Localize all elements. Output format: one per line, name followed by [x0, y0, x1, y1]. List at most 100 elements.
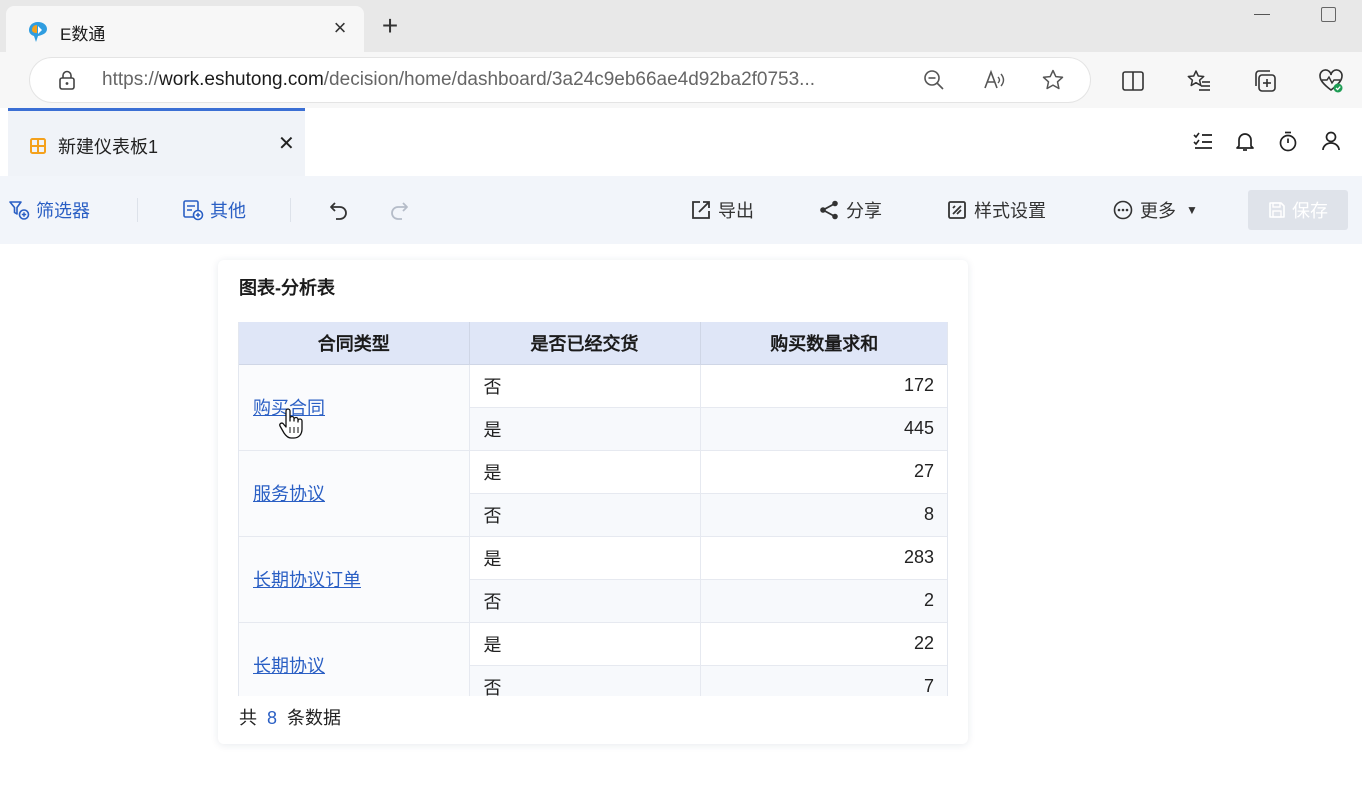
maximize-window-icon[interactable]	[1321, 7, 1336, 22]
add-component-icon	[183, 200, 204, 221]
save-icon	[1269, 202, 1285, 218]
delivered-cell: 否	[469, 493, 701, 537]
browser-essentials-icon[interactable]	[1318, 68, 1344, 94]
save-button[interactable]: 保存	[1248, 190, 1348, 230]
style-settings-icon	[948, 201, 966, 219]
column-header-delivered[interactable]: 是否已经交货	[469, 322, 701, 365]
quantity-sum-cell: 445	[700, 407, 947, 451]
url-text[interactable]: https://work.eshutong.com/decision/home/…	[102, 69, 902, 91]
style-settings-label: 样式设置	[974, 201, 1046, 221]
contract-type-link[interactable]: 长期协议	[253, 656, 325, 676]
dashboard-toolbar: 筛选器 其他 导出 分享 样式设置 更多 ▼ 保存	[0, 176, 1362, 244]
quantity-sum-cell: 7	[700, 665, 947, 696]
new-tab-icon[interactable]: +	[376, 12, 404, 40]
other-label: 其他	[210, 201, 246, 221]
collections-icon[interactable]	[1252, 68, 1278, 94]
address-bar: https://work.eshutong.com/decision/home/…	[0, 52, 1362, 108]
more-options-icon	[1113, 200, 1133, 220]
table-row: 长期协议 是 22	[239, 622, 947, 696]
table-row: 长期协议订单 是 283	[239, 536, 947, 623]
more-dropdown[interactable]: 更多 ▼	[1112, 196, 1198, 224]
browser-tab-bar: E数通 × +	[0, 0, 1362, 52]
table-row: 服务协议 是 27	[239, 450, 947, 537]
delivered-cell: 是	[469, 536, 701, 580]
export-label: 导出	[718, 201, 754, 221]
dashboard-tab-title: 新建仪表板1	[58, 137, 159, 157]
dashboard-tab[interactable]: 新建仪表板1 ✕	[8, 108, 305, 176]
share-label: 分享	[846, 201, 882, 221]
toolbar-divider	[137, 198, 138, 222]
group-cell: 长期协议订单	[239, 536, 470, 623]
url-field[interactable]: https://work.eshutong.com/decision/home/…	[30, 58, 1090, 102]
export-icon	[692, 201, 710, 219]
quantity-sum-cell: 283	[700, 536, 947, 580]
close-dashboard-tab-icon[interactable]: ✕	[278, 133, 295, 155]
more-label: 更多	[1140, 201, 1176, 221]
dashboard-tab-bar: 新建仪表板1 ✕	[0, 108, 1362, 176]
browser-tab-title: E数通	[60, 25, 106, 44]
undo-button[interactable]	[328, 196, 356, 224]
quantity-sum-cell: 8	[700, 493, 947, 537]
user-account-icon[interactable]	[1320, 130, 1342, 152]
task-list-icon[interactable]	[1192, 130, 1214, 152]
analysis-table: 合同类型 是否已经交货 购买数量求和 购买合同 否 172 是 445 服务协议…	[239, 322, 947, 696]
column-header-quantity-sum[interactable]: 购买数量求和	[700, 322, 947, 365]
style-settings-button[interactable]: 样式设置	[946, 196, 1046, 224]
read-aloud-icon[interactable]	[982, 68, 1006, 92]
record-count: 8	[267, 708, 278, 728]
widget-title: 图表-分析表	[239, 278, 335, 298]
quantity-sum-cell: 27	[700, 450, 947, 494]
caret-down-icon: ▼	[1186, 203, 1198, 217]
timer-icon[interactable]	[1277, 130, 1299, 152]
redo-icon	[391, 202, 408, 220]
analysis-table-widget: 图表-分析表 合同类型 是否已经交货 购买数量求和 购买合同 否 172 是 4…	[218, 260, 968, 744]
zoom-out-icon[interactable]	[922, 68, 946, 92]
dashboard-icon	[30, 138, 46, 154]
share-icon	[820, 200, 838, 220]
delivered-cell: 是	[469, 622, 701, 666]
minimize-window-icon[interactable]	[1252, 4, 1272, 24]
delivered-cell: 否	[469, 364, 701, 408]
undo-icon	[330, 202, 347, 220]
favorite-star-icon[interactable]	[1041, 68, 1065, 92]
eshutong-logo-icon	[29, 22, 47, 42]
table-footer: 共 8 条数据	[239, 704, 341, 730]
table-header-row: 合同类型 是否已经交货 购买数量求和	[239, 322, 947, 365]
table-scroll-area[interactable]: 合同类型 是否已经交货 购买数量求和 购买合同 否 172 是 445 服务协议…	[238, 322, 948, 696]
delivered-cell: 是	[469, 450, 701, 494]
quantity-sum-cell: 22	[700, 622, 947, 666]
footer-suffix: 条数据	[287, 708, 342, 728]
quantity-sum-cell: 172	[700, 364, 947, 408]
contract-type-link[interactable]: 购买合同	[253, 398, 325, 418]
url-path: /decision/home/dashboard/3a24c9eb66ae4d9…	[323, 69, 816, 90]
filter-label: 筛选器	[36, 201, 90, 221]
table-row: 购买合同 否 172	[239, 364, 947, 451]
delivered-cell: 否	[469, 665, 701, 696]
share-button[interactable]: 分享	[818, 196, 882, 224]
footer-prefix: 共	[239, 708, 257, 728]
delivered-cell: 否	[469, 579, 701, 623]
contract-type-link[interactable]: 长期协议订单	[253, 570, 361, 590]
quantity-sum-cell: 2	[700, 579, 947, 623]
url-host: work.eshutong.com	[159, 69, 324, 90]
split-screen-icon[interactable]	[1120, 68, 1146, 94]
column-header-contract-type[interactable]: 合同类型	[239, 322, 470, 365]
export-button[interactable]: 导出	[690, 196, 754, 224]
redo-button[interactable]	[388, 196, 416, 224]
favorites-list-icon[interactable]	[1186, 68, 1212, 94]
lock-icon[interactable]	[58, 70, 76, 90]
delivered-cell: 是	[469, 407, 701, 451]
filter-button[interactable]: 筛选器	[8, 196, 90, 224]
filter-icon	[9, 201, 30, 220]
url-scheme: https://	[102, 69, 160, 90]
group-cell: 长期协议	[239, 622, 470, 696]
toolbar-divider	[290, 198, 291, 222]
contract-type-link[interactable]: 服务协议	[253, 484, 325, 504]
group-cell: 服务协议	[239, 450, 470, 537]
notification-bell-icon[interactable]	[1234, 130, 1256, 152]
group-cell: 购买合同	[239, 364, 470, 451]
other-button[interactable]: 其他	[182, 196, 246, 224]
browser-tab[interactable]: E数通 ×	[6, 6, 364, 52]
close-tab-icon[interactable]: ×	[328, 16, 352, 40]
save-label: 保存	[1292, 201, 1328, 221]
